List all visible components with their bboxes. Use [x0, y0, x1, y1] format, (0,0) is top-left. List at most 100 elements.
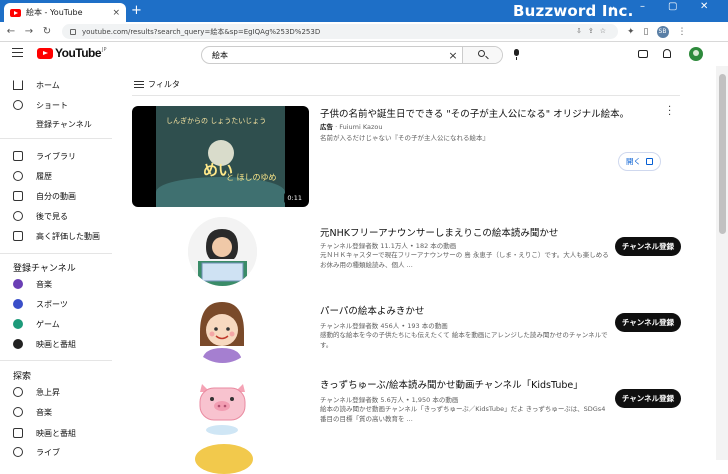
sidebar-channel-movies[interactable]: 映画と番組: [0, 335, 112, 353]
sidebar-item-label: スポーツ: [36, 299, 68, 309]
library-icon: [13, 151, 23, 161]
sidebar-channel-sports[interactable]: スポーツ: [0, 295, 112, 313]
channel-meta: チャンネル登録者数 456人 • 193 本の動画: [320, 322, 448, 330]
more-actions-icon[interactable]: · · ·: [668, 103, 672, 121]
pig-character-illustration: [188, 370, 257, 439]
channel-gaming-icon: [13, 319, 23, 329]
tab-close-icon[interactable]: ×: [112, 8, 120, 18]
channel-description: 感動的な絵本を今の子供たちにも伝えたくて 絵本を動画にアレンジした読み聞かせのチ…: [320, 331, 608, 349]
search-box: ×: [201, 46, 503, 64]
subscribe-button[interactable]: チャンネル登録: [615, 313, 681, 332]
user-avatar[interactable]: [689, 47, 703, 61]
watch-later-icon: [13, 211, 23, 221]
channel-music-icon: [13, 279, 23, 289]
clear-search-icon[interactable]: ×: [444, 49, 462, 62]
open-ad-button[interactable]: 開く: [618, 152, 661, 171]
music-icon: [13, 407, 23, 417]
search-button[interactable]: [462, 47, 502, 63]
woman-reading-illustration: [188, 217, 257, 286]
movies-icon: [13, 428, 23, 438]
sidebar-item-live[interactable]: ライブ: [0, 443, 112, 461]
sidebar-item-library[interactable]: ライブラリ: [0, 147, 112, 165]
extensions-icon[interactable]: ✦: [627, 27, 635, 37]
lock-icon[interactable]: [70, 28, 76, 35]
channel-avatar-partial[interactable]: [195, 444, 253, 474]
create-video-icon[interactable]: [638, 50, 648, 58]
channel-title[interactable]: 元NHKフリーアナウンサーしまえりこの絵本読み聞かせ: [320, 225, 558, 239]
browser-tab-bar: 絵本 - YouTube × + Buzzword Inc. ⌄ – ▢ ✕: [0, 0, 728, 22]
hamburger-menu-icon[interactable]: [12, 48, 23, 57]
profile-avatar[interactable]: SB: [656, 25, 669, 38]
sidebar-divider: [0, 138, 112, 139]
ad-video-thumbnail[interactable]: しんぎからの しょうたいじょう めい と ほしのゆめ 0:11: [132, 106, 309, 207]
search-input[interactable]: [202, 47, 444, 63]
sidebar-item-liked[interactable]: 高く評価した動画: [0, 227, 112, 245]
browser-tab[interactable]: 絵本 - YouTube ×: [4, 3, 126, 22]
maximize-icon[interactable]: ▢: [668, 1, 677, 12]
shorts-icon: [13, 100, 23, 110]
url-bar[interactable]: youtube.com/results?search_query=絵本&sp=E…: [62, 24, 618, 39]
home-icon: [13, 80, 23, 90]
channel-avatar[interactable]: [188, 294, 257, 363]
sidebar-item-movies[interactable]: 映画と番組: [0, 424, 112, 442]
channel-description: 絵本の読み聞かせ動画チャンネル「きっずちゅーぶ／KidsTube」だよ きっずち…: [320, 405, 606, 423]
external-link-icon: [646, 158, 653, 165]
open-label: 開く: [626, 157, 641, 166]
ad-channel[interactable]: Fuiumi Kazou: [339, 123, 382, 131]
side-panel-icon[interactable]: ▯: [644, 27, 649, 37]
minimize-icon[interactable]: –: [640, 1, 645, 12]
ad-description: 名前が入るだけじゃない『その子が主人公になれる絵本』: [320, 134, 489, 142]
voice-search-icon[interactable]: [514, 49, 519, 60]
sidebar-item-label: 自分の動画: [36, 191, 76, 201]
sidebar-item-shorts[interactable]: ショート: [0, 96, 112, 114]
url-text: youtube.com/results?search_query=絵本&sp=E…: [82, 27, 321, 36]
trending-icon: [13, 387, 23, 397]
search-icon: [478, 50, 485, 57]
channel-title[interactable]: パーパの絵本よみきかせ: [320, 303, 424, 317]
channel-title[interactable]: きっずちゅーぶ/絵本読み聞かせ動画チャンネル「KidsTube」: [320, 377, 583, 391]
ad-thumbnail-art: しんぎからの しょうたいじょう めい と ほしのゆめ: [156, 106, 285, 207]
youtube-header: YouTube JP ×: [0, 42, 714, 66]
browser-menu-icon[interactable]: ⋮: [678, 27, 687, 37]
ad-badge: 広告: [320, 123, 333, 131]
sidebar-item-your-videos[interactable]: 自分の動画: [0, 187, 112, 205]
channel-sports-icon: [13, 299, 23, 309]
sidebar-item-music[interactable]: 音楽: [0, 403, 112, 421]
sidebar-item-label: ライブ: [36, 447, 60, 457]
reload-icon[interactable]: ↻: [40, 26, 54, 37]
filter-button[interactable]: フィルタ: [134, 79, 180, 90]
sidebar-item-label: ショート: [36, 100, 68, 110]
sidebar-item-label: 急上昇: [36, 387, 60, 397]
live-icon: [13, 447, 23, 457]
page-scrollbar[interactable]: [716, 66, 728, 460]
notifications-bell-icon[interactable]: [663, 49, 671, 58]
channel-avatar[interactable]: [188, 370, 257, 439]
new-tab-button[interactable]: +: [131, 3, 142, 19]
forward-icon[interactable]: →: [22, 26, 36, 37]
channel-avatar[interactable]: [188, 217, 257, 286]
sidebar-divider: [0, 253, 112, 254]
sidebar-item-history[interactable]: 履歴: [0, 167, 112, 185]
sidebar-item-home[interactable]: ホーム: [0, 76, 112, 94]
tab-search-icon[interactable]: ⌄: [608, 1, 616, 12]
address-toolbar: ← → ↻ youtube.com/results?search_query=絵…: [0, 22, 728, 42]
subscribe-button[interactable]: チャンネル登録: [615, 237, 681, 256]
youtube-logo[interactable]: YouTube JP: [37, 46, 107, 60]
ad-title[interactable]: 子供の名前や誕生日でできる "その子が主人公になる" オリジナル絵本。: [320, 106, 629, 120]
youtube-play-icon: [37, 47, 53, 59]
close-window-icon[interactable]: ✕: [700, 1, 708, 12]
sidebar-item-subscriptions[interactable]: 登録チャンネル: [0, 115, 112, 133]
ad-meta: 広告 · Fuiumi Kazou: [320, 123, 383, 131]
scrollbar-thumb[interactable]: [719, 74, 726, 234]
back-icon[interactable]: ←: [4, 26, 18, 37]
sidebar-item-label: 高く評価した動画: [36, 231, 100, 241]
url-actions-icons[interactable]: ⇩⇪☆: [576, 27, 612, 35]
sidebar-item-trending[interactable]: 急上昇: [0, 383, 112, 401]
sidebar-channel-music[interactable]: 音楽: [0, 275, 112, 293]
subscribe-button[interactable]: チャンネル登録: [615, 389, 681, 408]
sidebar-channel-gaming[interactable]: ゲーム: [0, 315, 112, 333]
sidebar-item-watch-later[interactable]: 後で見る: [0, 207, 112, 225]
liked-icon: [13, 231, 23, 241]
sidebar-item-label: 登録チャンネル: [36, 119, 92, 129]
results-divider: [132, 95, 680, 96]
